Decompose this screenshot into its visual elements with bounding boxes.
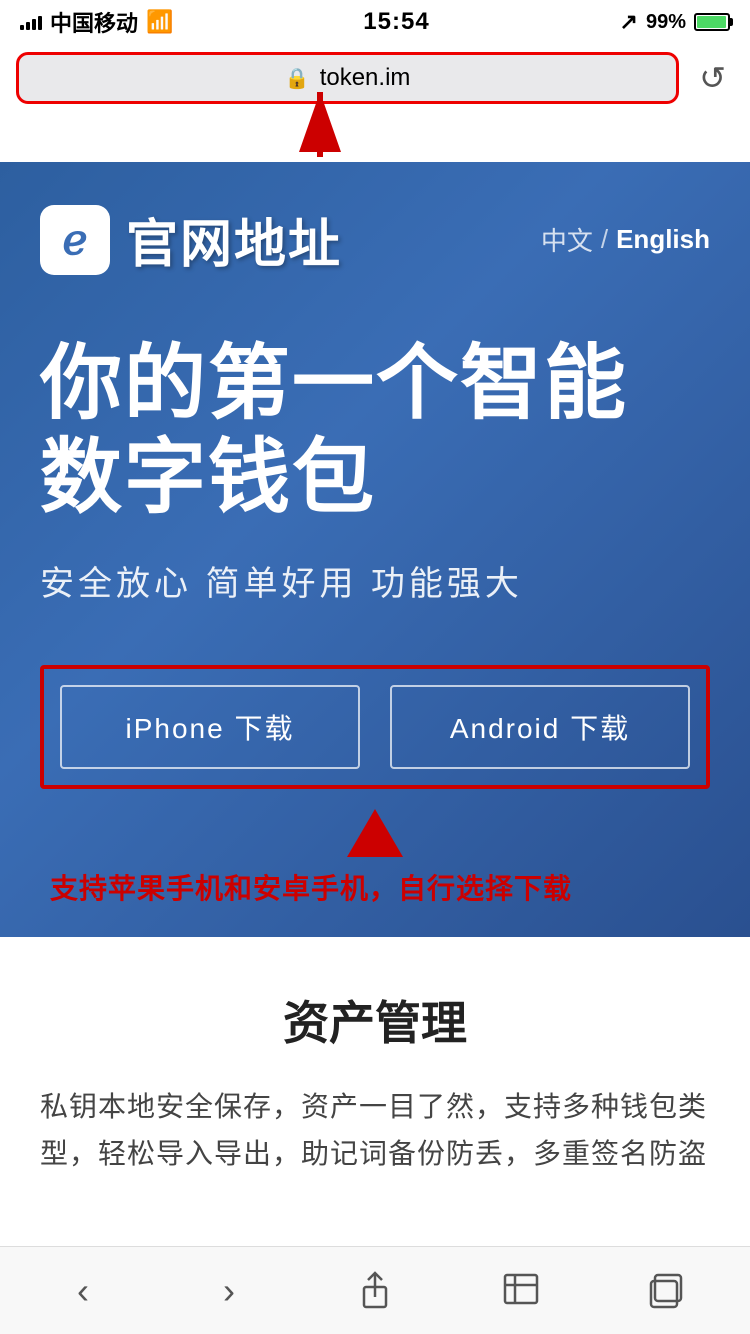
logo-section: ℯ 官网地址 [40, 202, 342, 277]
share-button[interactable] [335, 1261, 415, 1321]
download-arrow [40, 809, 710, 857]
bookmarks-icon [503, 1271, 539, 1311]
back-icon: ‹ [77, 1270, 89, 1312]
url-arrow-icon [270, 82, 390, 162]
tabs-icon [649, 1273, 685, 1309]
lang-divider: / [601, 224, 608, 255]
bottom-nav: ‹ › [0, 1246, 750, 1334]
hero-title: 你的第一个智能数字钱包 [40, 337, 710, 526]
asset-section-title: 资产管理 [40, 987, 710, 1053]
arrow-up-section [0, 112, 750, 162]
asset-section-body: 私钥本地安全保存，资产一目了然，支持多种钱包类型，轻松导入导出，助记词备份防丢，… [40, 1083, 710, 1178]
lang-chinese-button[interactable]: 中文 [541, 221, 593, 258]
android-download-button[interactable]: Android 下载 [390, 685, 690, 769]
status-left: 中国移动 📶 [20, 6, 173, 38]
asset-section: 资产管理 私钥本地安全保存，资产一目了然，支持多种钱包类型，轻松导入导出，助记词… [0, 937, 750, 1218]
download-buttons-container: iPhone 下载 Android 下载 [40, 665, 710, 789]
battery-icon [694, 13, 730, 31]
site-header: ℯ 官网地址 中文 / English [40, 202, 710, 277]
time-display: 15:54 [363, 8, 429, 36]
language-switcher[interactable]: 中文 / English [541, 221, 710, 258]
share-icon [358, 1271, 392, 1311]
annotation-arrow-up-icon [347, 809, 403, 857]
status-bar: 中国移动 📶 15:54 ↗ 99% [0, 0, 750, 44]
status-right: ↗ 99% [620, 9, 730, 35]
lang-english-button[interactable]: English [616, 224, 710, 255]
carrier-label: 中国移动 [50, 6, 138, 38]
iphone-download-button[interactable]: iPhone 下载 [60, 685, 360, 769]
back-button[interactable]: ‹ [43, 1261, 123, 1321]
main-section: ℯ 官网地址 中文 / English 你的第一个智能数字钱包 安全放心 简单好… [0, 162, 750, 937]
signal-icon [20, 14, 42, 30]
bookmarks-button[interactable] [481, 1261, 561, 1321]
tabs-button[interactable] [627, 1261, 707, 1321]
annotation-text: 支持苹果手机和安卓手机，自行选择下载 [40, 867, 710, 907]
battery-percent: 99% [646, 11, 686, 34]
wifi-icon: 📶 [146, 9, 173, 35]
hero-subtitle: 安全放心 简单好用 功能强大 [40, 556, 710, 605]
download-section: iPhone 下载 Android 下载 [40, 665, 710, 789]
logo-icon: ℯ [40, 205, 110, 275]
forward-icon: › [223, 1270, 235, 1312]
location-icon: ↗ [620, 9, 638, 35]
refresh-button[interactable]: ↺ [691, 55, 734, 101]
forward-button[interactable]: › [189, 1261, 269, 1321]
site-name: 官网地址 [126, 202, 342, 277]
